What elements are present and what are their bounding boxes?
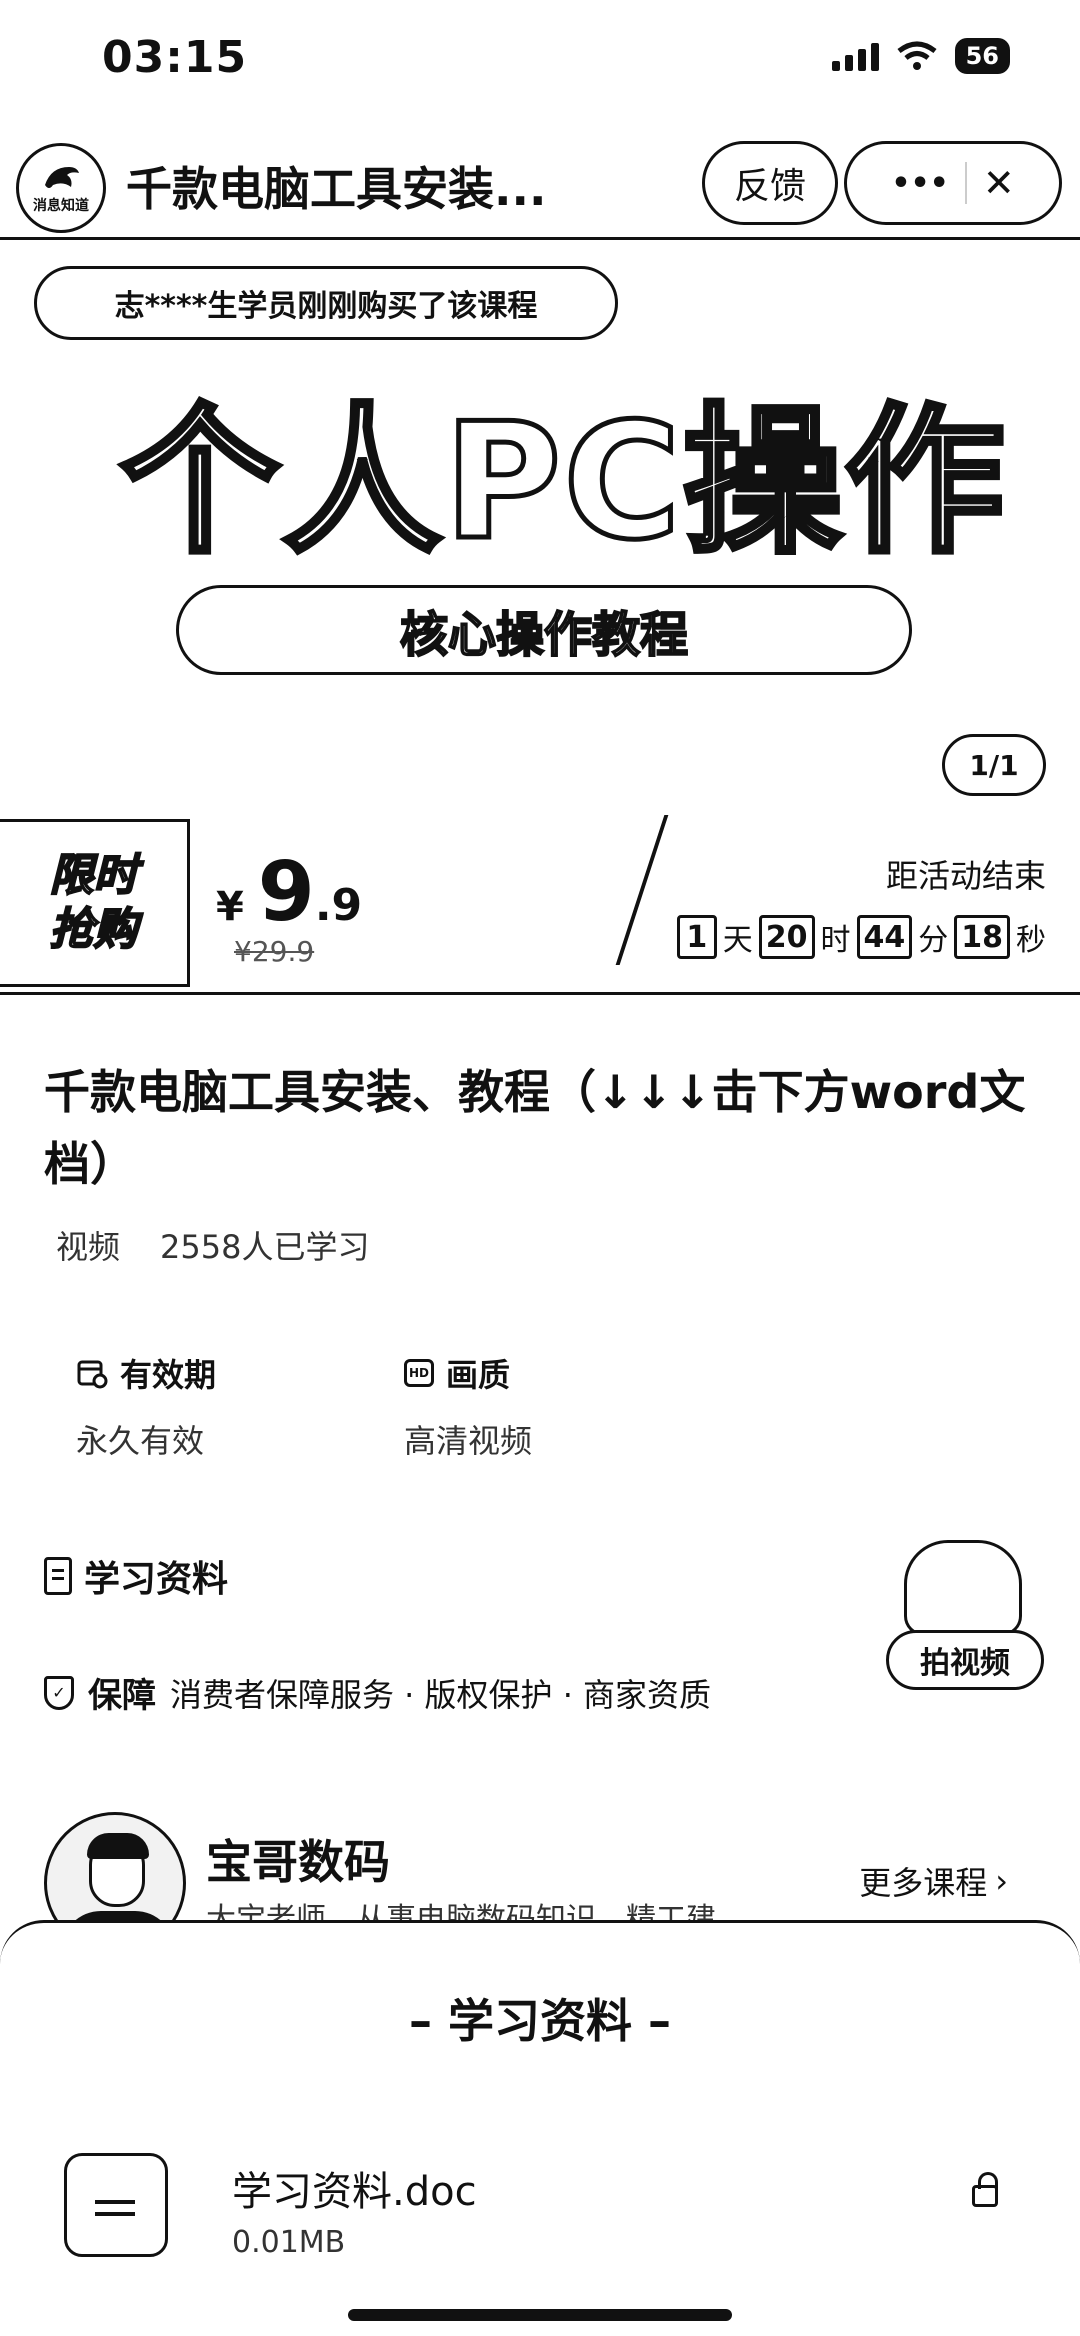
learner-count: 2558人已学习 xyxy=(160,1228,370,1266)
more-courses-label: 更多课程 xyxy=(859,1864,988,1902)
home-indicator[interactable] xyxy=(348,2309,732,2321)
study-materials-sheet: – 学习资料 – 学习资料.doc 0.01MB xyxy=(0,1920,1080,2336)
document-icon xyxy=(44,1557,72,1595)
sale-price: ¥ 9.9 xyxy=(216,845,362,940)
quality-attribute: HD 画质 高清视频 xyxy=(404,1350,532,1462)
course-banner[interactable]: 志****生学员刚刚购买了该课程 个人PC操作 核心操作教程 1/1 xyxy=(0,240,1080,815)
countdown-timer: 1 天 20 时 44 分 18 秒 xyxy=(676,915,1046,959)
flash-sale-bar: 限时 抢购 ¥ 9.9 ¥29.9 距活动结束 1 天 20 时 44 分 18… xyxy=(0,815,1080,995)
app-header: 消息知道 千款电脑工具安装... 反馈 ••• ✕ xyxy=(0,125,1080,240)
page-indicator: 1/1 xyxy=(942,734,1046,796)
status-time: 03:15 xyxy=(102,32,248,83)
more-options-button[interactable]: ••• xyxy=(891,166,949,201)
countdown-days: 1 xyxy=(676,915,717,959)
shield-check-icon: ✓ xyxy=(44,1675,74,1710)
signal-icon xyxy=(831,41,879,71)
author-card: 宝哥数码 大宝老师，从事电脑数码知识，精工建 更多课程 › xyxy=(44,1812,1044,1954)
file-name[interactable]: 学习资料.doc xyxy=(232,2159,477,2217)
flash-sale-tag: 限时 抢购 xyxy=(0,819,190,987)
quality-value: 高清视频 xyxy=(404,1422,533,1460)
validity-label: 有效期 xyxy=(120,1356,217,1394)
sheet-title: – 学习资料 – xyxy=(408,1994,672,2048)
price-decimal: .9 xyxy=(314,880,363,931)
countdown-minutes: 44 xyxy=(856,915,913,959)
author-name: 宝哥数码 xyxy=(206,1835,390,1889)
countdown-label: 距活动结束 xyxy=(885,857,1046,895)
countdown-hours-unit: 时 xyxy=(820,923,851,958)
course-title: 千款电脑工具安装、教程（↓↓↓击下方word文档） xyxy=(44,1065,1026,1191)
shoot-video-button[interactable]: 拍视频 xyxy=(886,1540,1046,1690)
countdown-seconds: 18 xyxy=(954,915,1010,959)
banner-subtitle: 核心操作教程 xyxy=(176,585,912,675)
guarantee-items: 消费者保障服务 · 版权保护 · 商家资质 xyxy=(170,1675,712,1714)
wifi-icon xyxy=(897,41,937,70)
page-title: 千款电脑工具安装... xyxy=(126,162,547,216)
countdown-minutes-unit: 分 xyxy=(918,923,949,958)
close-button[interactable]: ✕ xyxy=(983,161,1015,205)
app-logo: 消息知道 xyxy=(16,143,106,233)
hd-icon: HD xyxy=(404,1359,434,1387)
flash-sale-tag-line2: 抢购 xyxy=(49,903,139,956)
chevron-right-icon: › xyxy=(995,1862,1008,1900)
flash-sale-tag-line1: 限时 xyxy=(49,849,139,902)
course-type: 视频 xyxy=(56,1228,121,1266)
banner-title: 个人PC操作 xyxy=(118,386,1008,578)
camera-icon xyxy=(904,1540,1022,1636)
file-icon xyxy=(64,2153,168,2257)
study-materials-entry[interactable]: 学习资料 xyxy=(44,1550,228,1602)
shoot-video-label: 拍视频 xyxy=(886,1630,1044,1690)
status-icons: 56 xyxy=(831,38,1010,74)
file-size: 0.01MB xyxy=(232,2225,346,2260)
capsule-divider xyxy=(964,162,967,204)
battery-icon: 56 xyxy=(954,38,1010,74)
original-price: ¥29.9 xyxy=(234,935,315,968)
guarantee-label: 保障 xyxy=(88,1676,156,1716)
lock-icon[interactable] xyxy=(972,2172,998,2207)
purchase-notice: 志****生学员刚刚购买了该课程 xyxy=(34,266,618,340)
status-bar: 03:15 56 xyxy=(0,0,1080,110)
guarantee-row[interactable]: ✓ 保障 消费者保障服务 · 版权保护 · 商家资质 xyxy=(44,1668,711,1717)
validity-attribute: 有效期 永久有效 xyxy=(76,1350,216,1462)
dolphin-icon xyxy=(45,167,79,188)
price-integer: 9 xyxy=(257,845,315,940)
calendar-clock-icon xyxy=(77,1360,108,1389)
quality-label: 画质 xyxy=(446,1356,511,1394)
countdown-days-unit: 天 xyxy=(722,923,753,958)
capsule-menu: ••• ✕ xyxy=(844,141,1062,225)
feedback-button[interactable]: 反馈 xyxy=(702,141,838,225)
countdown-seconds-unit: 秒 xyxy=(1016,923,1046,958)
promo-divider xyxy=(615,815,669,965)
countdown-hours: 20 xyxy=(758,915,815,959)
study-materials-label: 学习资料 xyxy=(84,1559,229,1600)
more-courses-link[interactable]: 更多课程 › xyxy=(859,1858,1008,1904)
logo-text: 消息知道 xyxy=(33,198,89,214)
course-meta: 视频 2558人已学习 xyxy=(56,1222,369,1268)
currency-symbol: ¥ xyxy=(216,884,244,930)
validity-value: 永久有效 xyxy=(76,1422,205,1460)
